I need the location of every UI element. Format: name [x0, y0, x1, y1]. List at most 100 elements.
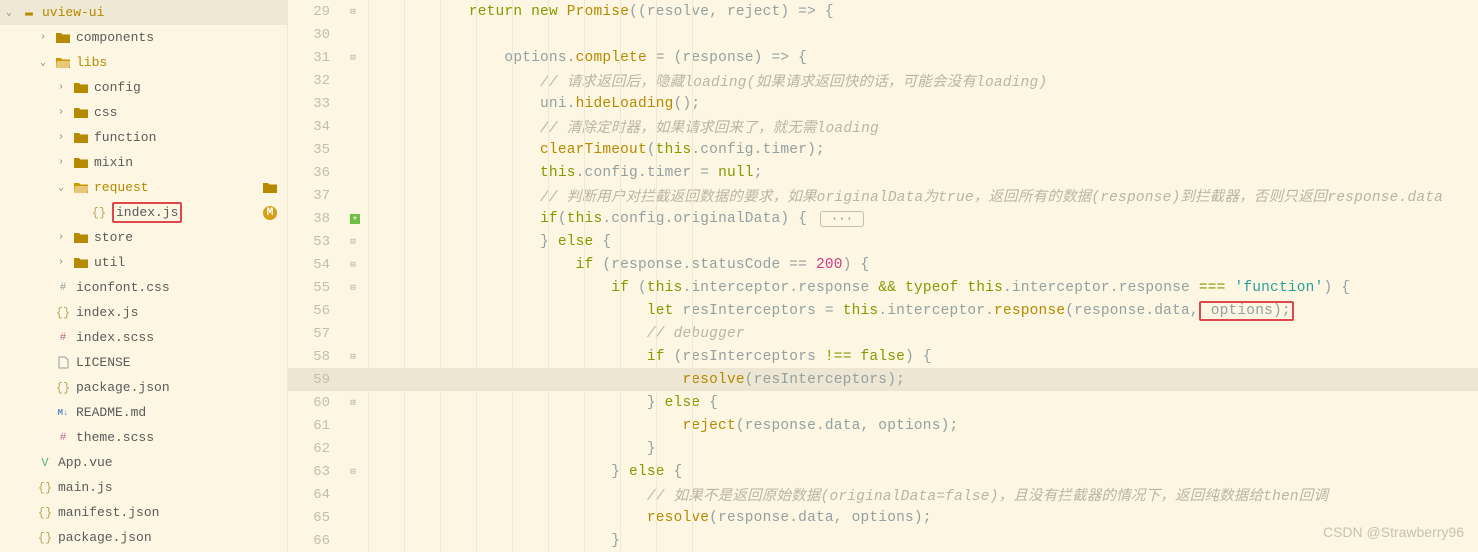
fold-icon[interactable]: ⊟: [344, 467, 362, 477]
code-line[interactable]: 33 uni.hideLoading();: [288, 92, 1478, 115]
line-number: 64: [288, 487, 344, 503]
line-number: 30: [288, 27, 344, 43]
watermark: CSDN @Strawberry96: [1323, 524, 1464, 540]
tree-item[interactable]: › mixin: [0, 150, 287, 175]
folder-icon: [72, 82, 90, 93]
diff-add-icon: +: [350, 214, 360, 224]
line-number: 58: [288, 349, 344, 365]
code-line[interactable]: 55⊟ if (this.interceptor.response && typ…: [288, 276, 1478, 299]
code-content: this.config.timer = null;: [362, 165, 763, 181]
code-line[interactable]: 66 }: [288, 529, 1478, 552]
tree-item[interactable]: ›css: [0, 100, 287, 125]
code-line[interactable]: 29⊟ return new Promise((resolve, reject)…: [288, 0, 1478, 23]
code-line[interactable]: 34 // 清除定时器，如果请求回来了，就无需loading: [288, 115, 1478, 138]
code-line[interactable]: 63⊟ } else {: [288, 460, 1478, 483]
fold-icon[interactable]: ⊟: [344, 398, 362, 408]
line-number: 66: [288, 533, 344, 549]
tree-root[interactable]: ⌄ ▬ uview-ui: [0, 0, 287, 25]
fold-icon[interactable]: ⊟: [344, 260, 362, 270]
tree-label: function: [94, 130, 287, 145]
tree-item[interactable]: {}main.js: [0, 475, 287, 500]
tree-label: libs: [76, 55, 287, 70]
code-content: } else {: [362, 234, 611, 250]
tree-item[interactable]: ›function: [0, 125, 287, 150]
tree-item[interactable]: {}index.js: [0, 300, 287, 325]
tree-item[interactable]: {}package.json: [0, 525, 287, 550]
code-line[interactable]: 37 // 判断用户对拦截返回数据的要求，如果originalData为true…: [288, 184, 1478, 207]
tree-item[interactable]: {}package.json: [0, 375, 287, 400]
fold-icon[interactable]: ⊟: [344, 283, 362, 293]
folder-open-icon: [72, 182, 90, 193]
tree-item[interactable]: M↓README.md: [0, 400, 287, 425]
chevron-icon: ⌄: [58, 182, 72, 194]
chevron-icon: ›: [40, 32, 54, 43]
tree-item[interactable]: ›util: [0, 250, 287, 275]
code-line[interactable]: 61 reject(response.data, options);: [288, 414, 1478, 437]
tree-item[interactable]: {} manifest.json: [0, 500, 287, 525]
file-js-icon: {}: [54, 306, 72, 320]
code-content: clearTimeout(this.config.timer);: [362, 142, 825, 158]
fold-icon[interactable]: ⊟: [344, 237, 362, 247]
code-editor[interactable]: 29⊟ return new Promise((resolve, reject)…: [288, 0, 1478, 552]
code-content: resolve(resInterceptors);: [362, 372, 905, 388]
fold-icon[interactable]: ⊟: [344, 53, 362, 63]
code-line[interactable]: 30: [288, 23, 1478, 46]
fold-icon[interactable]: ⊟: [344, 352, 362, 362]
code-line[interactable]: 53⊟ } else {: [288, 230, 1478, 253]
tree-item[interactable]: ›config: [0, 75, 287, 100]
code-line[interactable]: 64 // 如果不是返回原始数据(originalData=false)，且没有…: [288, 483, 1478, 506]
code-content: // 如果不是返回原始数据(originalData=false)，且没有拦截器…: [362, 484, 1328, 505]
code-line[interactable]: 59 resolve(resInterceptors);: [288, 368, 1478, 391]
code-line[interactable]: 38⊞+ if(this.config.originalData) { ···: [288, 207, 1478, 230]
line-number: 38: [288, 211, 344, 227]
file-json-icon: {}: [36, 506, 54, 520]
file-json-icon: {}: [36, 531, 54, 545]
code-content: if (response.statusCode == 200) {: [362, 257, 869, 273]
fold-icon[interactable]: ⊟: [344, 7, 362, 17]
code-line[interactable]: 35 clearTimeout(this.config.timer);: [288, 138, 1478, 161]
code-line[interactable]: 54⊟ if (response.statusCode == 200) {: [288, 253, 1478, 276]
line-number: 59: [288, 372, 344, 388]
tree-item[interactable]: ⌄request: [0, 175, 287, 200]
file-json-icon: {}: [54, 381, 72, 395]
line-number: 34: [288, 119, 344, 135]
file-vue-icon: V: [36, 456, 54, 470]
file-css-icon: #: [54, 282, 72, 294]
tree-item[interactable]: #iconfont.css: [0, 275, 287, 300]
code-line[interactable]: 58⊟ if (resInterceptors !== false) {: [288, 345, 1478, 368]
line-number: 62: [288, 441, 344, 457]
code-line[interactable]: 65 resolve(response.data, options);: [288, 506, 1478, 529]
folder-indicator-icon: [261, 182, 279, 193]
tree-label: manifest.json: [58, 505, 287, 520]
file-js-icon: {}: [90, 206, 108, 220]
line-number: 29: [288, 4, 344, 20]
code-line[interactable]: 31⊟ options.complete = (response) => {: [288, 46, 1478, 69]
file-explorer[interactable]: ⌄ ▬ uview-ui ›components⌄libs›config›css…: [0, 0, 288, 552]
code-content: return new Promise((resolve, reject) => …: [362, 4, 834, 20]
code-line[interactable]: 60⊟ } else {: [288, 391, 1478, 414]
line-number: 31: [288, 50, 344, 66]
line-number: 61: [288, 418, 344, 434]
tree-item[interactable]: VApp.vue: [0, 450, 287, 475]
tree-item[interactable]: ›store: [0, 225, 287, 250]
file-scss-icon: #: [54, 432, 72, 444]
code-line[interactable]: 62 }: [288, 437, 1478, 460]
line-number: 36: [288, 165, 344, 181]
code-line[interactable]: 57 // debugger: [288, 322, 1478, 345]
tree-item[interactable]: #index.scss: [0, 325, 287, 350]
code-content: if(this.config.originalData) { ···: [362, 211, 864, 227]
tree-item[interactable]: LICENSE: [0, 350, 287, 375]
code-content: uni.hideLoading();: [362, 96, 700, 112]
tree-item[interactable]: ⌄libs: [0, 50, 287, 75]
tree-label: mixin: [94, 155, 287, 170]
code-line[interactable]: 56 let resInterceptors = this.intercepto…: [288, 299, 1478, 322]
chevron-icon: ›: [58, 157, 72, 168]
tree-item[interactable]: {}index.jsM: [0, 200, 287, 225]
line-number: 63: [288, 464, 344, 480]
code-line[interactable]: 32 // 请求返回后，隐藏loading(如果请求返回快的话，可能会没有loa…: [288, 69, 1478, 92]
line-number: 33: [288, 96, 344, 112]
code-line[interactable]: 36 this.config.timer = null;: [288, 161, 1478, 184]
line-number: 54: [288, 257, 344, 273]
tree-item[interactable]: ›components: [0, 25, 287, 50]
tree-item[interactable]: #theme.scss: [0, 425, 287, 450]
